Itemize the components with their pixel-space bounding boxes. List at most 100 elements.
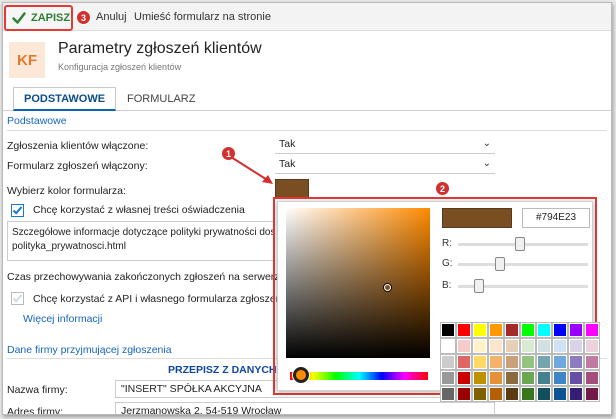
statement-line-1: Szczegółowe informacje dotyczące polityk…	[12, 227, 275, 238]
color-picker-popup: #794E23 R: G: B:	[277, 201, 600, 402]
api-label: Chcę korzystać z API i własnego formular…	[33, 293, 295, 305]
palette-swatch[interactable]	[488, 386, 504, 402]
color-preview	[442, 208, 512, 228]
palette-swatch[interactable]	[584, 322, 600, 338]
sv-cursor-handle[interactable]	[384, 283, 392, 291]
palette-swatch[interactable]	[472, 386, 488, 402]
statement-textarea[interactable]: Szczegółowe informacje dotyczące polityk…	[7, 221, 275, 261]
own-statement-label: Chcę korzystać z własnej treści oświadcz…	[33, 204, 245, 216]
company-name-label: Nazwa firmy:	[7, 384, 68, 396]
palette-swatch[interactable]	[456, 338, 472, 354]
palette-swatch[interactable]	[584, 386, 600, 402]
palette-swatch[interactable]	[488, 338, 504, 354]
palette-swatch[interactable]	[536, 354, 552, 370]
palette-swatch[interactable]	[552, 370, 568, 386]
palette-swatch[interactable]	[456, 322, 472, 338]
green-slider-thumb[interactable]	[494, 257, 505, 271]
palette-swatch[interactable]	[488, 322, 504, 338]
palette-swatch[interactable]	[504, 370, 520, 386]
palette-swatch[interactable]	[552, 338, 568, 354]
palette-swatch[interactable]	[440, 338, 456, 354]
tab-basic[interactable]: PODSTAWOWE	[13, 87, 117, 111]
form-color-swatch[interactable]	[275, 179, 309, 199]
palette-swatch[interactable]	[504, 386, 520, 402]
step-badge-2: 2	[435, 181, 450, 196]
palette-swatch[interactable]	[520, 354, 536, 370]
hue-slider[interactable]	[290, 367, 428, 383]
green-slider[interactable]	[458, 257, 588, 271]
palette-swatch[interactable]	[456, 370, 472, 386]
page-subtitle: Konfiguracja zgłoszeń klientów	[58, 62, 182, 72]
palette-swatch[interactable]	[536, 322, 552, 338]
more-info-link[interactable]: Więcej informacji	[23, 313, 102, 325]
green-label: G:	[442, 258, 453, 269]
tab-bar: PODSTAWOWE FORMULARZ	[3, 87, 611, 111]
red-slider[interactable]	[458, 237, 588, 251]
palette-swatch[interactable]	[536, 338, 552, 354]
red-label: R:	[442, 238, 452, 249]
palette-swatch[interactable]	[520, 370, 536, 386]
palette-swatch[interactable]	[504, 322, 520, 338]
palette-swatch[interactable]	[472, 354, 488, 370]
palette-swatch[interactable]	[536, 386, 552, 402]
embed-form-button[interactable]: Umieść formularz na stronie	[134, 11, 271, 23]
palette-swatch[interactable]	[472, 370, 488, 386]
palette-swatch[interactable]	[456, 386, 472, 402]
toolbar: ZAPISZ 3 Anuluj Umieść formularz na stro…	[3, 3, 611, 31]
palette-swatch[interactable]	[520, 322, 536, 338]
checkmark-icon	[12, 206, 23, 215]
save-button[interactable]: ZAPISZ	[4, 5, 73, 31]
palette-swatch[interactable]	[552, 386, 568, 402]
palette-swatch[interactable]	[488, 370, 504, 386]
palette-swatch[interactable]	[568, 322, 584, 338]
step-badge-3: 3	[76, 10, 91, 25]
company-address-label: Adres firmy:	[7, 406, 64, 415]
checkmark-icon	[12, 294, 23, 303]
api-checkbox[interactable]	[11, 292, 24, 305]
form-enabled-label: Formularz zgłoszeń włączony:	[7, 160, 148, 172]
red-slider-thumb[interactable]	[514, 237, 525, 251]
divider	[7, 130, 607, 131]
palette-swatch[interactable]	[472, 322, 488, 338]
form-enabled-select[interactable]: Tak ⌄	[275, 156, 495, 174]
palette-swatch[interactable]	[504, 354, 520, 370]
palette-swatch[interactable]	[552, 322, 568, 338]
palette-swatch[interactable]	[456, 354, 472, 370]
palette-swatch[interactable]	[488, 354, 504, 370]
blue-slider-thumb[interactable]	[474, 279, 485, 293]
palette-swatch[interactable]	[440, 370, 456, 386]
copy-from-data-button[interactable]: PRZEPISZ Z DANYCH M	[168, 364, 288, 376]
hue-slider-knob[interactable]	[293, 367, 310, 383]
requests-enabled-select[interactable]: Tak ⌄	[275, 136, 495, 154]
own-statement-checkbox[interactable]	[11, 204, 24, 217]
saturation-value-area[interactable]	[286, 208, 430, 358]
palette-swatch[interactable]	[568, 386, 584, 402]
hex-input[interactable]: #794E23	[522, 208, 590, 228]
page-title: Parametry zgłoszeń klientów	[58, 40, 262, 57]
palette-swatch[interactable]	[584, 338, 600, 354]
palette-swatch[interactable]	[440, 354, 456, 370]
palette-swatch[interactable]	[568, 354, 584, 370]
palette-swatch[interactable]	[504, 338, 520, 354]
blue-slider[interactable]	[458, 279, 588, 293]
chevron-down-icon: ⌄	[482, 138, 491, 149]
cancel-button[interactable]: Anuluj	[96, 11, 127, 23]
palette-swatch[interactable]	[584, 354, 600, 370]
check-icon	[12, 12, 26, 24]
form-enabled-value: Tak	[279, 158, 296, 170]
palette-swatch[interactable]	[472, 338, 488, 354]
palette-swatch[interactable]	[568, 370, 584, 386]
palette-swatch[interactable]	[520, 386, 536, 402]
palette-swatch[interactable]	[568, 338, 584, 354]
section-title-company: Dane firmy przyjmującej zgłoszenia	[7, 344, 172, 356]
palette-swatch[interactable]	[536, 370, 552, 386]
company-address-input[interactable]: Jerzmanowska 2, 54-519 Wrocław	[115, 402, 495, 414]
requests-enabled-label: Zgłoszenia klientów włączone:	[7, 140, 149, 152]
color-label: Wybierz kolor formularza:	[7, 185, 126, 197]
palette-swatch[interactable]	[440, 386, 456, 402]
tab-form[interactable]: FORMULARZ	[117, 87, 205, 111]
palette-swatch[interactable]	[584, 370, 600, 386]
palette-swatch[interactable]	[440, 322, 456, 338]
palette-swatch[interactable]	[552, 354, 568, 370]
palette-swatch[interactable]	[520, 338, 536, 354]
